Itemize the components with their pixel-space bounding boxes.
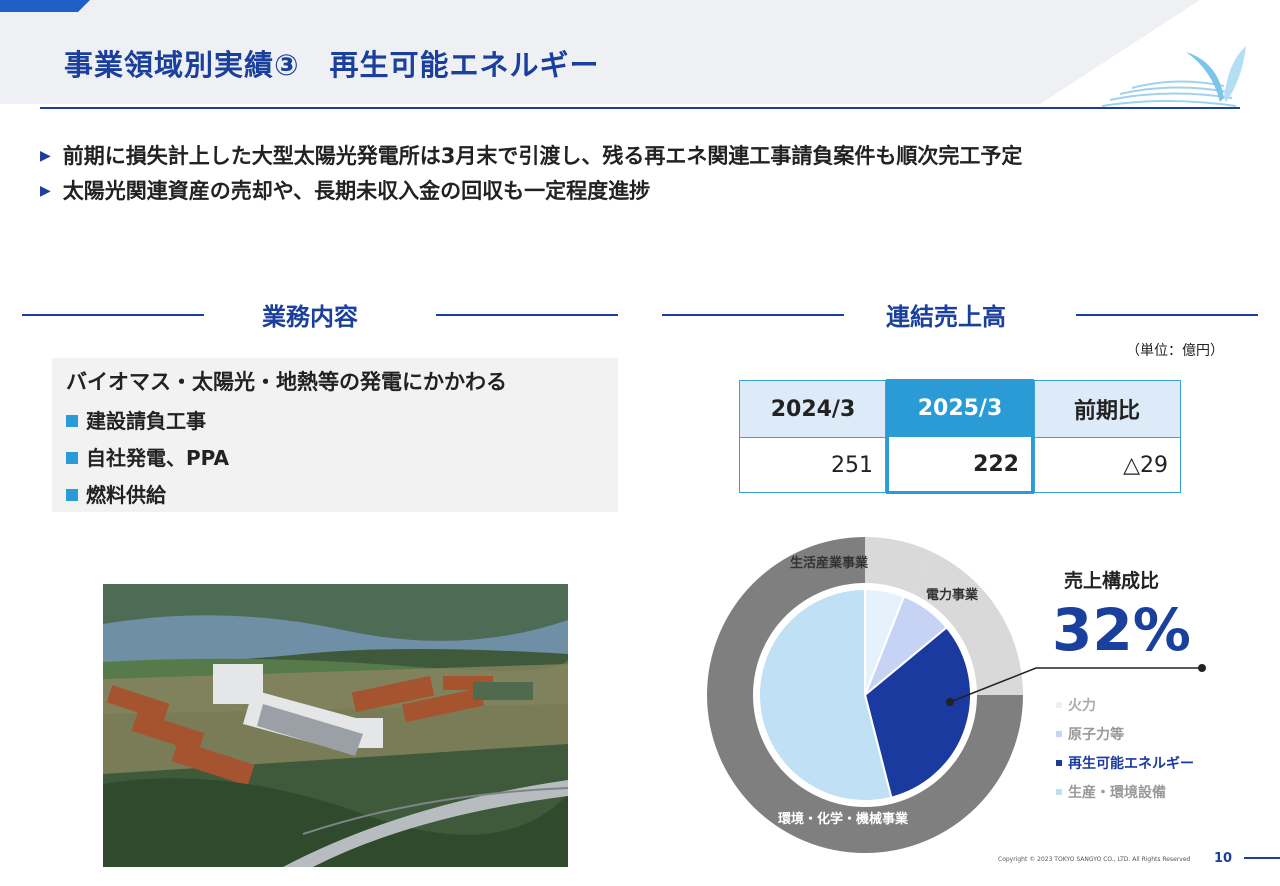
legend-item: 生産・環境設備 — [1056, 782, 1166, 802]
leaf-logo-icon — [1101, 46, 1246, 107]
table-header-cell-current: 2025/3 — [886, 379, 1034, 437]
outer-label-power: 電力事業 — [926, 588, 979, 603]
business-item: 燃料供給 — [66, 479, 166, 508]
legend-item: 原子力等 — [1056, 724, 1124, 744]
table-header-cell: 前期比 — [1034, 381, 1180, 437]
business-lead: バイオマス・太陽光・地熱等の発電にかかわる — [66, 370, 507, 394]
square-bullet-icon — [66, 489, 78, 501]
legend-swatch — [1056, 789, 1062, 795]
page-title: 事業領域別実績③ 再生可能エネルギー — [64, 48, 600, 82]
business-item: 建設請負工事 — [66, 405, 206, 434]
sales-section-title: 連結売上高 — [886, 303, 1006, 331]
legend-swatch — [1056, 760, 1062, 766]
page-number-line — [1244, 857, 1280, 859]
section-divider — [436, 314, 618, 316]
triangle-bullet-icon: ▶ — [40, 148, 51, 164]
header-accent-bar — [0, 0, 90, 12]
section-divider — [1076, 314, 1258, 316]
outer-label-lifestyle: 生活産業事業 — [790, 556, 869, 571]
table-value-cell: △29 — [1035, 438, 1180, 492]
legend-item: 再生可能エネルギー — [1056, 753, 1194, 773]
page-number: 10 — [1214, 851, 1233, 866]
table-value-cell: 251 — [740, 438, 885, 492]
triangle-bullet-icon: ▶ — [40, 183, 51, 199]
ratio-title: 売上構成比 — [1064, 570, 1160, 592]
legend-item: 火力 — [1056, 695, 1096, 715]
section-divider — [22, 314, 204, 316]
bullet-item: ▶ 太陽光関連資産の売却や、長期未収入金の回収も一定程度進捗 — [40, 179, 651, 203]
legend-swatch — [1056, 731, 1062, 737]
business-item: 自社発電、PPA — [66, 442, 229, 471]
copyright: Copyright © 2023 TOKYO SANGYO CO., LTD. … — [998, 856, 1191, 863]
unit-label: （単位：億円） — [1126, 343, 1224, 359]
header-divider — [40, 107, 1240, 109]
table-value-cell-current: 222 — [886, 437, 1034, 494]
legend-swatch — [1056, 702, 1062, 708]
bullet-item: ▶ 前期に損失計上した大型太陽光発電所は3月末で引渡し、残る再エネ関連工事請負案件… — [40, 144, 1023, 168]
table-header-cell: 2024/3 — [740, 381, 886, 437]
power-plant-photo — [103, 584, 568, 867]
square-bullet-icon — [66, 452, 78, 464]
square-bullet-icon — [66, 415, 78, 427]
ratio-value: 32% — [1052, 596, 1191, 664]
outer-label-env: 環境・化学・機械事業 — [778, 812, 909, 827]
section-divider — [662, 314, 844, 316]
business-section-title: 業務内容 — [262, 303, 358, 331]
